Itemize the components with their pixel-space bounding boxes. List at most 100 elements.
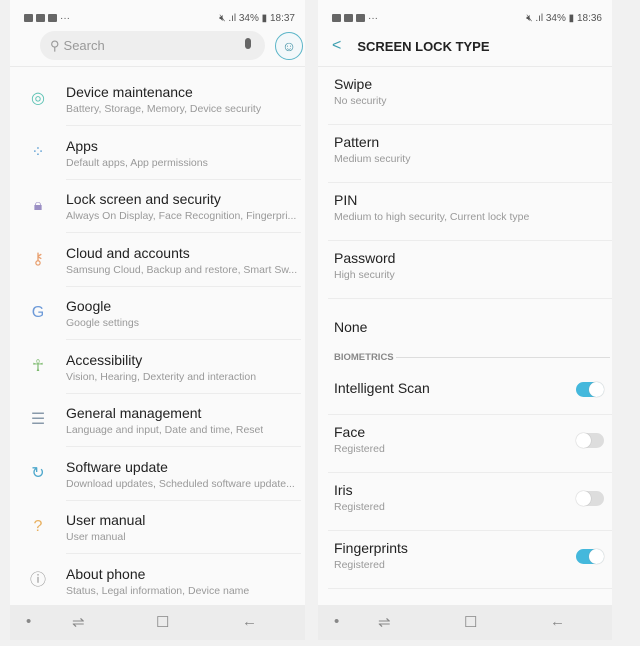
microphone-icon[interactable]: [245, 38, 251, 49]
biometric-fingerprints[interactable]: Fingerprints Registered: [318, 531, 612, 589]
item-title: Google: [66, 298, 112, 314]
item-title: Accessibility: [66, 351, 143, 368]
info-icon: ⓘ: [29, 571, 46, 589]
item-title: Apps: [66, 137, 98, 154]
sliders-icon: ☰: [30, 411, 46, 428]
clock: 18:37: [269, 12, 295, 24]
home-button[interactable]: ☐: [156, 613, 169, 631]
settings-item-google[interactable]: G Google Google settings: [10, 287, 305, 340]
settings-item-accessibility[interactable]: ☥ Accessibility Vision, Hearing, Dexterity…: [10, 341, 305, 394]
lock-option-pin[interactable]: PIN Medium to high security, Current lock…: [318, 183, 612, 241]
recent-apps-button[interactable]: ⇌: [72, 613, 85, 631]
software-update-icon: ↻: [31, 464, 45, 482]
option-subtitle: High security: [334, 269, 395, 281]
signal-icon: .ıl: [228, 12, 237, 24]
screen-lock-type-screen: ··· 🔇︎ .ıl 34% ▮ 18:36 < SCREEN LOCK TYPE…: [318, 0, 612, 640]
home-button[interactable]: ☐: [464, 613, 477, 631]
toggle-switch[interactable]: [576, 382, 604, 397]
battery-icon: ▮: [568, 12, 575, 24]
settings-screen: ··· 🔇︎ .ıl 34% ▮ 18:37 ⚲ Search ☺ ◎ Device…: [10, 0, 305, 640]
biometric-intelligent-scan[interactable]: Intelligent Scan: [318, 363, 612, 415]
status-bar: ··· 🔇︎ .ıl 34% ▮ 18:36: [332, 11, 602, 25]
message-notification-icon: [344, 14, 353, 22]
settings-item-software-update[interactable]: ↻ Software update Download updates, Schedu…: [10, 448, 305, 501]
settings-item-about-phone[interactable]: ⓘ About phone Status, Legal information, D…: [10, 555, 305, 608]
user-manual-icon: ?: [33, 518, 43, 535]
battery-level: 34%: [238, 12, 259, 24]
recent-apps-button[interactable]: ⇌: [378, 613, 391, 631]
item-subtitle: Always On Display, Face Recognition, Fin…: [66, 210, 297, 222]
lock-icon: 🔒︎: [33, 197, 43, 214]
apps-icon: ⁘: [31, 143, 45, 161]
settings-item-apps[interactable]: ⁘ Apps Default apps, App permissions: [10, 127, 305, 180]
mute-icon: 🔇︎: [526, 12, 533, 24]
item-title: User manual: [66, 512, 146, 528]
gallery-notification-icon: [24, 14, 33, 22]
option-title: Swipe: [334, 76, 373, 92]
item-subtitle: Vision, Hearing, Dexterity and interacti…: [66, 370, 257, 383]
toggle-switch[interactable]: [576, 433, 604, 448]
dot-icon[interactable]: •: [334, 613, 339, 630]
battery-level: 34%: [545, 12, 566, 24]
option-subtitle: No security: [334, 95, 387, 107]
profile-icon: ☺: [281, 38, 297, 54]
dot-icon[interactable]: •: [26, 613, 31, 630]
option-title: PIN: [334, 192, 358, 208]
item-title: Cloud and accounts: [66, 244, 190, 261]
option-subtitle: Medium security: [334, 153, 411, 165]
status-bar: ··· 🔇︎ .ıl 34% ▮ 18:37: [24, 11, 295, 25]
divider: [328, 588, 612, 589]
settings-item-user-manual[interactable]: ? User manual User manual: [10, 501, 305, 554]
more-notifications-icon: ···: [60, 12, 70, 24]
biometric-face[interactable]: Face Registered: [318, 415, 612, 473]
option-title: Pattern: [334, 134, 380, 150]
navigation-bar: • ⇌ ☐ ←: [318, 605, 612, 640]
biometric-title: Iris: [334, 482, 353, 498]
item-subtitle: Battery, Storage, Memory, Device securit…: [66, 103, 262, 115]
settings-item-general-management[interactable]: ☰ General management Language and input, D…: [10, 394, 305, 447]
lock-option-pattern[interactable]: Pattern Medium security: [318, 125, 612, 183]
biometric-iris[interactable]: Iris Registered: [318, 473, 612, 531]
lock-option-password[interactable]: Password High security: [318, 241, 612, 299]
page-title: SCREEN LOCK TYPE: [357, 38, 490, 54]
search-placeholder: Search: [63, 38, 105, 53]
biometric-title: Fingerprints: [334, 540, 408, 556]
item-title: General management: [66, 405, 202, 421]
back-button[interactable]: ←: [550, 613, 565, 630]
battery-icon: ▮: [261, 12, 268, 24]
back-arrow-icon[interactable]: <: [332, 37, 341, 55]
item-subtitle: Google settings: [66, 317, 139, 329]
lock-option-none[interactable]: None: [318, 299, 612, 357]
settings-item-lock-screen-and-security[interactable]: 🔒︎ Lock screen and security Always On Disp…: [10, 180, 305, 233]
device-maintenance-icon: ◎: [31, 90, 45, 107]
more-notifications-icon: ···: [368, 12, 378, 24]
item-title: Device maintenance: [66, 84, 193, 100]
settings-item-cloud-and-accounts[interactable]: ⚷ Cloud and accounts Samsung Cloud, Backup…: [10, 234, 305, 287]
signal-icon: .ıl: [535, 12, 544, 24]
google-icon: G: [31, 304, 45, 321]
app-notification-icon: [48, 14, 57, 22]
key-icon: ⚷: [32, 250, 44, 268]
item-title: About phone: [66, 565, 146, 582]
mute-icon: 🔇︎: [219, 12, 226, 24]
divider: [10, 66, 305, 67]
back-button[interactable]: ←: [242, 613, 257, 630]
item-subtitle: Default apps, App permissions: [66, 156, 208, 169]
toggle-switch[interactable]: [576, 491, 604, 506]
toggle-switch[interactable]: [576, 549, 604, 564]
accessibility-icon: ☥: [32, 357, 44, 375]
message-notification-icon: [36, 14, 45, 22]
search-input[interactable]: ⚲ Search: [40, 31, 265, 60]
biometric-title: Face: [334, 424, 366, 440]
settings-item-device-maintenance[interactable]: ◎ Device maintenance Battery, Storage, Mem…: [10, 73, 305, 126]
item-subtitle: Language and input, Date and time, Reset: [66, 424, 264, 436]
search-icon: ⚲: [50, 37, 60, 53]
clock: 18:36: [576, 12, 602, 24]
item-subtitle: Status, Legal information, Device name: [66, 584, 250, 597]
section-header-biometrics: BIOMETRICS: [334, 352, 394, 363]
item-title: Software update: [66, 458, 168, 475]
navigation-bar: • ⇌ ☐ ←: [10, 605, 305, 640]
lock-option-swipe[interactable]: Swipe No security: [318, 67, 612, 125]
biometric-subtitle: Registered: [334, 501, 385, 513]
account-button[interactable]: ☺: [275, 32, 303, 60]
